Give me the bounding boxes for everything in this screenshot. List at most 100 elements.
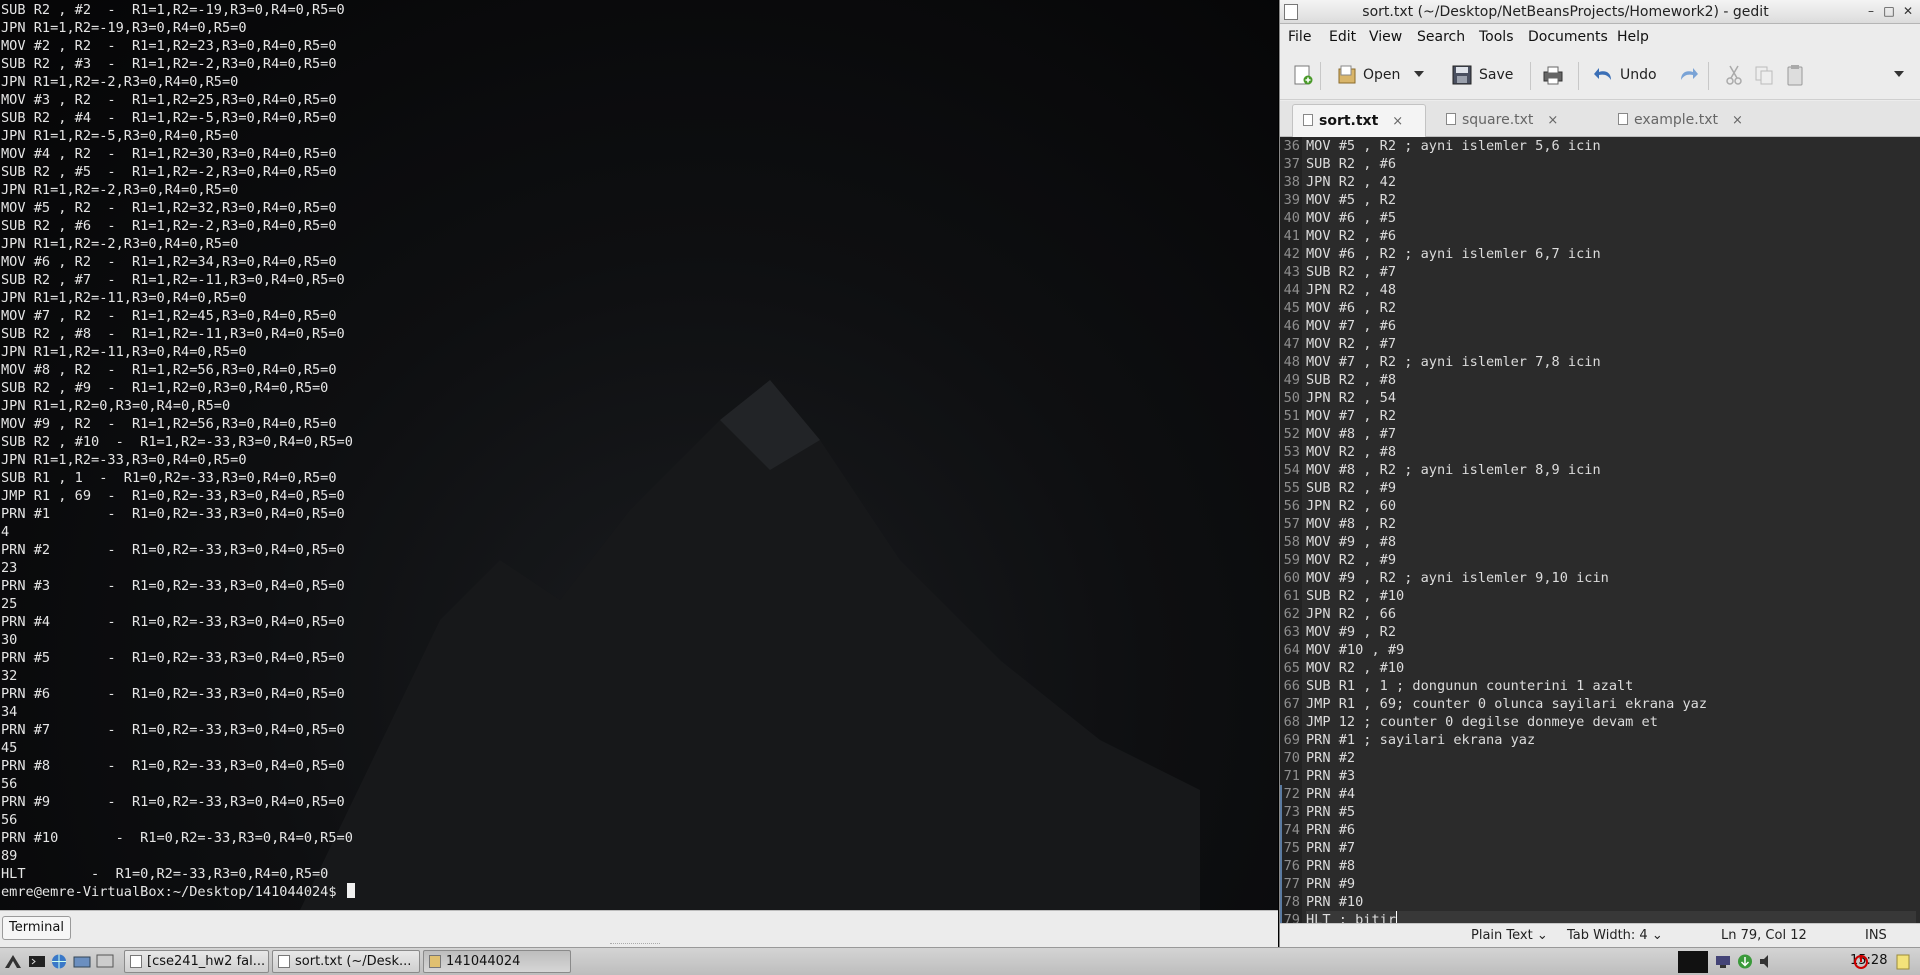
code-line[interactable]: PRN #7 [1306, 839, 1916, 857]
code-line[interactable]: JPN R2 , 66 [1306, 605, 1916, 623]
files-launcher-icon[interactable] [73, 953, 91, 970]
overflow-arrow-icon[interactable] [1894, 70, 1904, 78]
code-line[interactable]: SUB R2 , #6 [1306, 155, 1916, 173]
code-line[interactable]: SUB R2 , #7 [1306, 263, 1916, 281]
code-line[interactable]: SUB R2 , #8 [1306, 371, 1916, 389]
title-bar[interactable]: sort.txt (~/Desktop/NetBeansProjects/Hom… [1280, 0, 1920, 24]
code-line[interactable]: SUB R2 , #10 [1306, 587, 1916, 605]
undo-button[interactable]: Undo [1620, 63, 1657, 87]
code-line[interactable]: SUB R1 , 1 ; dongunun counterini 1 azalt [1306, 677, 1916, 695]
notes-icon[interactable] [1894, 953, 1912, 970]
syntax-selector[interactable]: Plain Text ⌄ [1471, 928, 1548, 943]
code-line[interactable]: PRN #6 [1306, 821, 1916, 839]
close-button[interactable]: ✕ [1900, 3, 1916, 19]
menu-tools[interactable]: Tools [1479, 29, 1514, 45]
code-line[interactable]: MOV #5 , R2 [1306, 191, 1916, 209]
code-line[interactable]: PRN #2 [1306, 749, 1916, 767]
menu-search[interactable]: Search [1417, 29, 1465, 45]
toolbar-separator [1578, 62, 1579, 90]
tab-close-icon[interactable]: × [1392, 114, 1403, 129]
tab-square-txt[interactable]: square.txt × [1438, 104, 1573, 137]
open-button[interactable]: Open [1363, 63, 1400, 87]
code-line[interactable]: MOV #8 , #7 [1306, 425, 1916, 443]
code-line[interactable]: PRN #1 ; sayilari ekrana yaz [1306, 731, 1916, 749]
code-line[interactable]: PRN #3 [1306, 767, 1916, 785]
terminal-tab[interactable]: Terminal [2, 916, 71, 940]
redo-icon[interactable] [1677, 64, 1699, 86]
code-line[interactable]: JPN R2 , 48 [1306, 281, 1916, 299]
code-line[interactable]: MOV #7 , R2 [1306, 407, 1916, 425]
code-line[interactable]: MOV #10 , #9 [1306, 641, 1916, 659]
browser-launcher-icon[interactable] [50, 953, 68, 970]
code-line[interactable]: MOV #6 , #5 [1306, 209, 1916, 227]
code-line[interactable]: SUB R2 , #9 [1306, 479, 1916, 497]
power-icon[interactable] [1852, 953, 1870, 970]
menu-help[interactable]: Help [1617, 29, 1649, 45]
code-line[interactable]: MOV #6 , R2 ; ayni islemler 6,7 icin [1306, 245, 1916, 263]
code-line[interactable]: JMP 12 ; counter 0 degilse donmeye devam… [1306, 713, 1916, 731]
code-line[interactable]: MOV #9 , #8 [1306, 533, 1916, 551]
line-number: 76 [1283, 858, 1300, 874]
code-line[interactable]: HLT ; bitir [1306, 911, 1916, 923]
code-line[interactable]: MOV #7 , R2 ; ayni islemler 7,8 icin [1306, 353, 1916, 371]
code-line[interactable]: MOV #5 , R2 ; ayni islemler 5,6 icin [1306, 137, 1916, 155]
taskbar-item-cse241[interactable]: [cse241_hw2 fal... [124, 950, 269, 973]
line-number: 65 [1283, 660, 1300, 676]
taskbar-item-gedit[interactable]: sort.txt (~/Desk... [272, 950, 420, 973]
code-line[interactable]: MOV #6 , R2 [1306, 299, 1916, 317]
terminal-launcher-icon[interactable] [28, 953, 46, 970]
menu-view[interactable]: View [1369, 29, 1402, 45]
taskbar-item-terminal[interactable]: 141044024 [423, 950, 571, 973]
code-line[interactable]: PRN #9 [1306, 875, 1916, 893]
code-line[interactable]: PRN #4 [1306, 785, 1916, 803]
code-line[interactable]: MOV R2 , #7 [1306, 335, 1916, 353]
maximize-button[interactable]: □ [1881, 3, 1897, 19]
terminal-window[interactable]: SUB R2 , #2 - R1=1,R2=-19,R3=0,R4=0,R5=0… [0, 0, 1278, 910]
tab-example-txt[interactable]: example.txt × [1610, 104, 1760, 137]
code-line[interactable]: JPN R2 , 60 [1306, 497, 1916, 515]
menu-documents[interactable]: Documents [1528, 29, 1608, 45]
code-area[interactable]: MOV #5 , R2 ; ayni islemler 5,6 icin SUB … [1306, 137, 1916, 923]
code-line[interactable]: PRN #5 [1306, 803, 1916, 821]
resize-grip[interactable] [610, 943, 660, 946]
code-line[interactable]: JPN R2 , 42 [1306, 173, 1916, 191]
menu-edit[interactable]: Edit [1329, 29, 1356, 45]
menu-file[interactable]: File [1288, 29, 1311, 45]
code-line[interactable]: MOV #8 , R2 [1306, 515, 1916, 533]
code-line[interactable]: MOV R2 , #6 [1306, 227, 1916, 245]
code-line[interactable]: MOV #9 , R2 ; ayni islemler 9,10 icin [1306, 569, 1916, 587]
show-desktop-icon[interactable] [96, 953, 114, 970]
code-line[interactable]: MOV R2 , #8 [1306, 443, 1916, 461]
update-icon[interactable] [1736, 953, 1754, 970]
terminal-tabbar: Terminal [0, 910, 1278, 947]
code-line[interactable]: MOV R2 , #9 [1306, 551, 1916, 569]
tab-sort-txt[interactable]: sort.txt × [1292, 104, 1426, 137]
open-dropdown-icon[interactable] [1414, 70, 1424, 78]
code-line[interactable]: MOV R2 , #10 [1306, 659, 1916, 677]
tab-close-icon[interactable]: × [1547, 113, 1558, 128]
terminal-prompt[interactable]: emre@emre-VirtualBox:~/Desktop/141044024… [1, 883, 355, 901]
text-editor[interactable]: 36 37 38 39 40 41 42 43 44 45 46 47 48 49 50 51 52 53 54 55… [1280, 137, 1920, 923]
minimize-button[interactable]: – [1863, 3, 1879, 19]
code-line[interactable]: JPN R2 , 54 [1306, 389, 1916, 407]
tab-close-icon[interactable]: × [1732, 113, 1743, 128]
volume-icon[interactable] [1758, 953, 1776, 970]
network-icon[interactable] [1714, 953, 1732, 970]
tab-width-selector[interactable]: Tab Width: 4 ⌄ [1567, 928, 1663, 943]
save-button[interactable]: Save [1479, 63, 1513, 87]
cut-icon[interactable] [1723, 64, 1745, 86]
toolbar-separator [1708, 62, 1709, 90]
code-line[interactable]: PRN #8 [1306, 857, 1916, 875]
code-line[interactable]: MOV #9 , R2 [1306, 623, 1916, 641]
new-document-icon[interactable] [1292, 64, 1314, 86]
copy-icon[interactable] [1753, 64, 1775, 86]
paste-icon[interactable] [1784, 64, 1806, 86]
terminal-line: JPN R1=1,R2=0,R3=0,R4=0,R5=0 [1, 398, 231, 414]
code-line[interactable]: PRN #10 [1306, 893, 1916, 911]
code-line[interactable]: MOV #8 , R2 ; ayni islemler 8,9 icin [1306, 461, 1916, 479]
code-line[interactable]: JMP R1 , 69; counter 0 olunca sayilari e… [1306, 695, 1916, 713]
toolbar-separator [1320, 62, 1321, 90]
menu-launcher-icon[interactable] [4, 953, 22, 970]
print-icon[interactable] [1542, 64, 1564, 86]
code-line[interactable]: MOV #7 , #6 [1306, 317, 1916, 335]
